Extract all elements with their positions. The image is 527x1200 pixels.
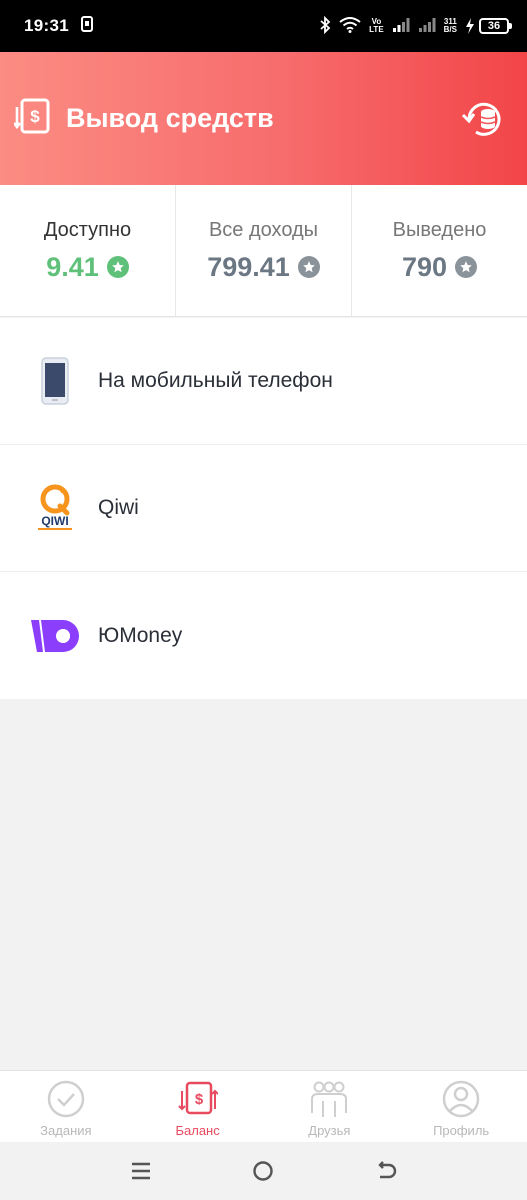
nav-label: Задания bbox=[40, 1123, 92, 1138]
stat-label: Доступно bbox=[43, 218, 132, 241]
star-icon bbox=[455, 256, 478, 278]
balance-icon: $ bbox=[177, 1081, 218, 1115]
svg-text:$: $ bbox=[30, 107, 40, 126]
qiwi-logo: QIWI bbox=[28, 481, 82, 535]
volte-bottom: LTE bbox=[369, 25, 384, 34]
sim-icon bbox=[80, 15, 93, 37]
method-qiwi[interactable]: QIWI Qiwi bbox=[0, 445, 527, 572]
nav-label: Друзья bbox=[308, 1123, 351, 1138]
home-button[interactable] bbox=[243, 1151, 283, 1191]
menu-icon bbox=[132, 1162, 151, 1180]
nav-friends[interactable]: Друзья bbox=[264, 1071, 396, 1142]
battery-level: 36 bbox=[479, 18, 512, 34]
nav-label: Профиль bbox=[433, 1123, 490, 1138]
status-bar: 19:31 Vo LTE 311 B/S 36 bbox=[0, 0, 527, 52]
status-time: 19:31 bbox=[24, 16, 69, 35]
stat-value-text: 9.41 bbox=[46, 251, 99, 282]
star-icon bbox=[106, 256, 129, 278]
nav-balance[interactable]: $ Баланс bbox=[132, 1071, 264, 1142]
net-speed: 311 B/S bbox=[444, 18, 457, 34]
wifi-icon bbox=[339, 16, 361, 36]
check-circle-icon bbox=[47, 1080, 85, 1118]
stat-value: 9.41 bbox=[46, 252, 129, 283]
stat-withdrawn: Выведено 790 bbox=[352, 185, 527, 316]
stat-value-text: 790 bbox=[401, 251, 448, 282]
method-label: Qiwi bbox=[98, 496, 139, 519]
withdraw-icon: $ bbox=[12, 97, 52, 140]
system-navigation bbox=[0, 1142, 527, 1200]
method-yumoney[interactable]: ЮMoney bbox=[0, 572, 527, 699]
history-button[interactable] bbox=[459, 95, 507, 143]
coin-history-icon bbox=[461, 102, 501, 136]
star-icon bbox=[297, 256, 320, 278]
stat-label: Все доходы bbox=[208, 218, 319, 241]
back-icon bbox=[378, 1161, 396, 1179]
withdrawal-methods: На мобильный телефон QIWI Qiwi ЮMoney bbox=[0, 318, 527, 699]
svg-text:$: $ bbox=[194, 1091, 203, 1108]
stat-label: Выведено bbox=[392, 218, 487, 241]
qiwi-logo-text: QIWI bbox=[41, 514, 68, 528]
battery: 36 bbox=[465, 18, 512, 34]
stat-value-text: 799.41 bbox=[207, 251, 290, 282]
signal-icon bbox=[392, 17, 410, 36]
volte-indicator: Vo LTE bbox=[369, 18, 384, 34]
balance-stats: Доступно 9.41 Все доходы 799.41 Выведено… bbox=[0, 185, 527, 317]
nav-tasks[interactable]: Задания bbox=[0, 1071, 132, 1142]
signal-2-icon bbox=[418, 17, 436, 36]
back-button[interactable] bbox=[366, 1151, 406, 1191]
stat-total-income: Все доходы 799.41 bbox=[176, 185, 352, 316]
page-title: Вывод средств bbox=[66, 103, 274, 133]
friends-icon bbox=[311, 1081, 348, 1117]
net-speed-unit: B/S bbox=[443, 25, 457, 34]
nav-label: Баланс bbox=[175, 1123, 220, 1138]
phone-icon bbox=[28, 354, 82, 408]
bluetooth-icon bbox=[319, 15, 331, 37]
stat-value: 799.41 bbox=[207, 252, 320, 283]
method-label: ЮMoney bbox=[98, 623, 183, 647]
nav-profile[interactable]: Профиль bbox=[395, 1071, 527, 1142]
yumoney-logo bbox=[28, 609, 82, 663]
home-icon bbox=[253, 1161, 274, 1181]
stat-value: 790 bbox=[401, 251, 478, 283]
app-header: $ Вывод средств bbox=[0, 52, 527, 185]
profile-icon bbox=[442, 1080, 480, 1118]
bottom-navigation: Задания $ Баланс Друзья Профиль bbox=[0, 1070, 527, 1142]
stat-available: Доступно 9.41 bbox=[0, 185, 176, 316]
charging-icon bbox=[466, 18, 474, 34]
method-label: На мобильный телефон bbox=[98, 369, 333, 392]
menu-button[interactable] bbox=[121, 1151, 161, 1191]
method-mobile-phone[interactable]: На мобильный телефон bbox=[0, 318, 527, 445]
